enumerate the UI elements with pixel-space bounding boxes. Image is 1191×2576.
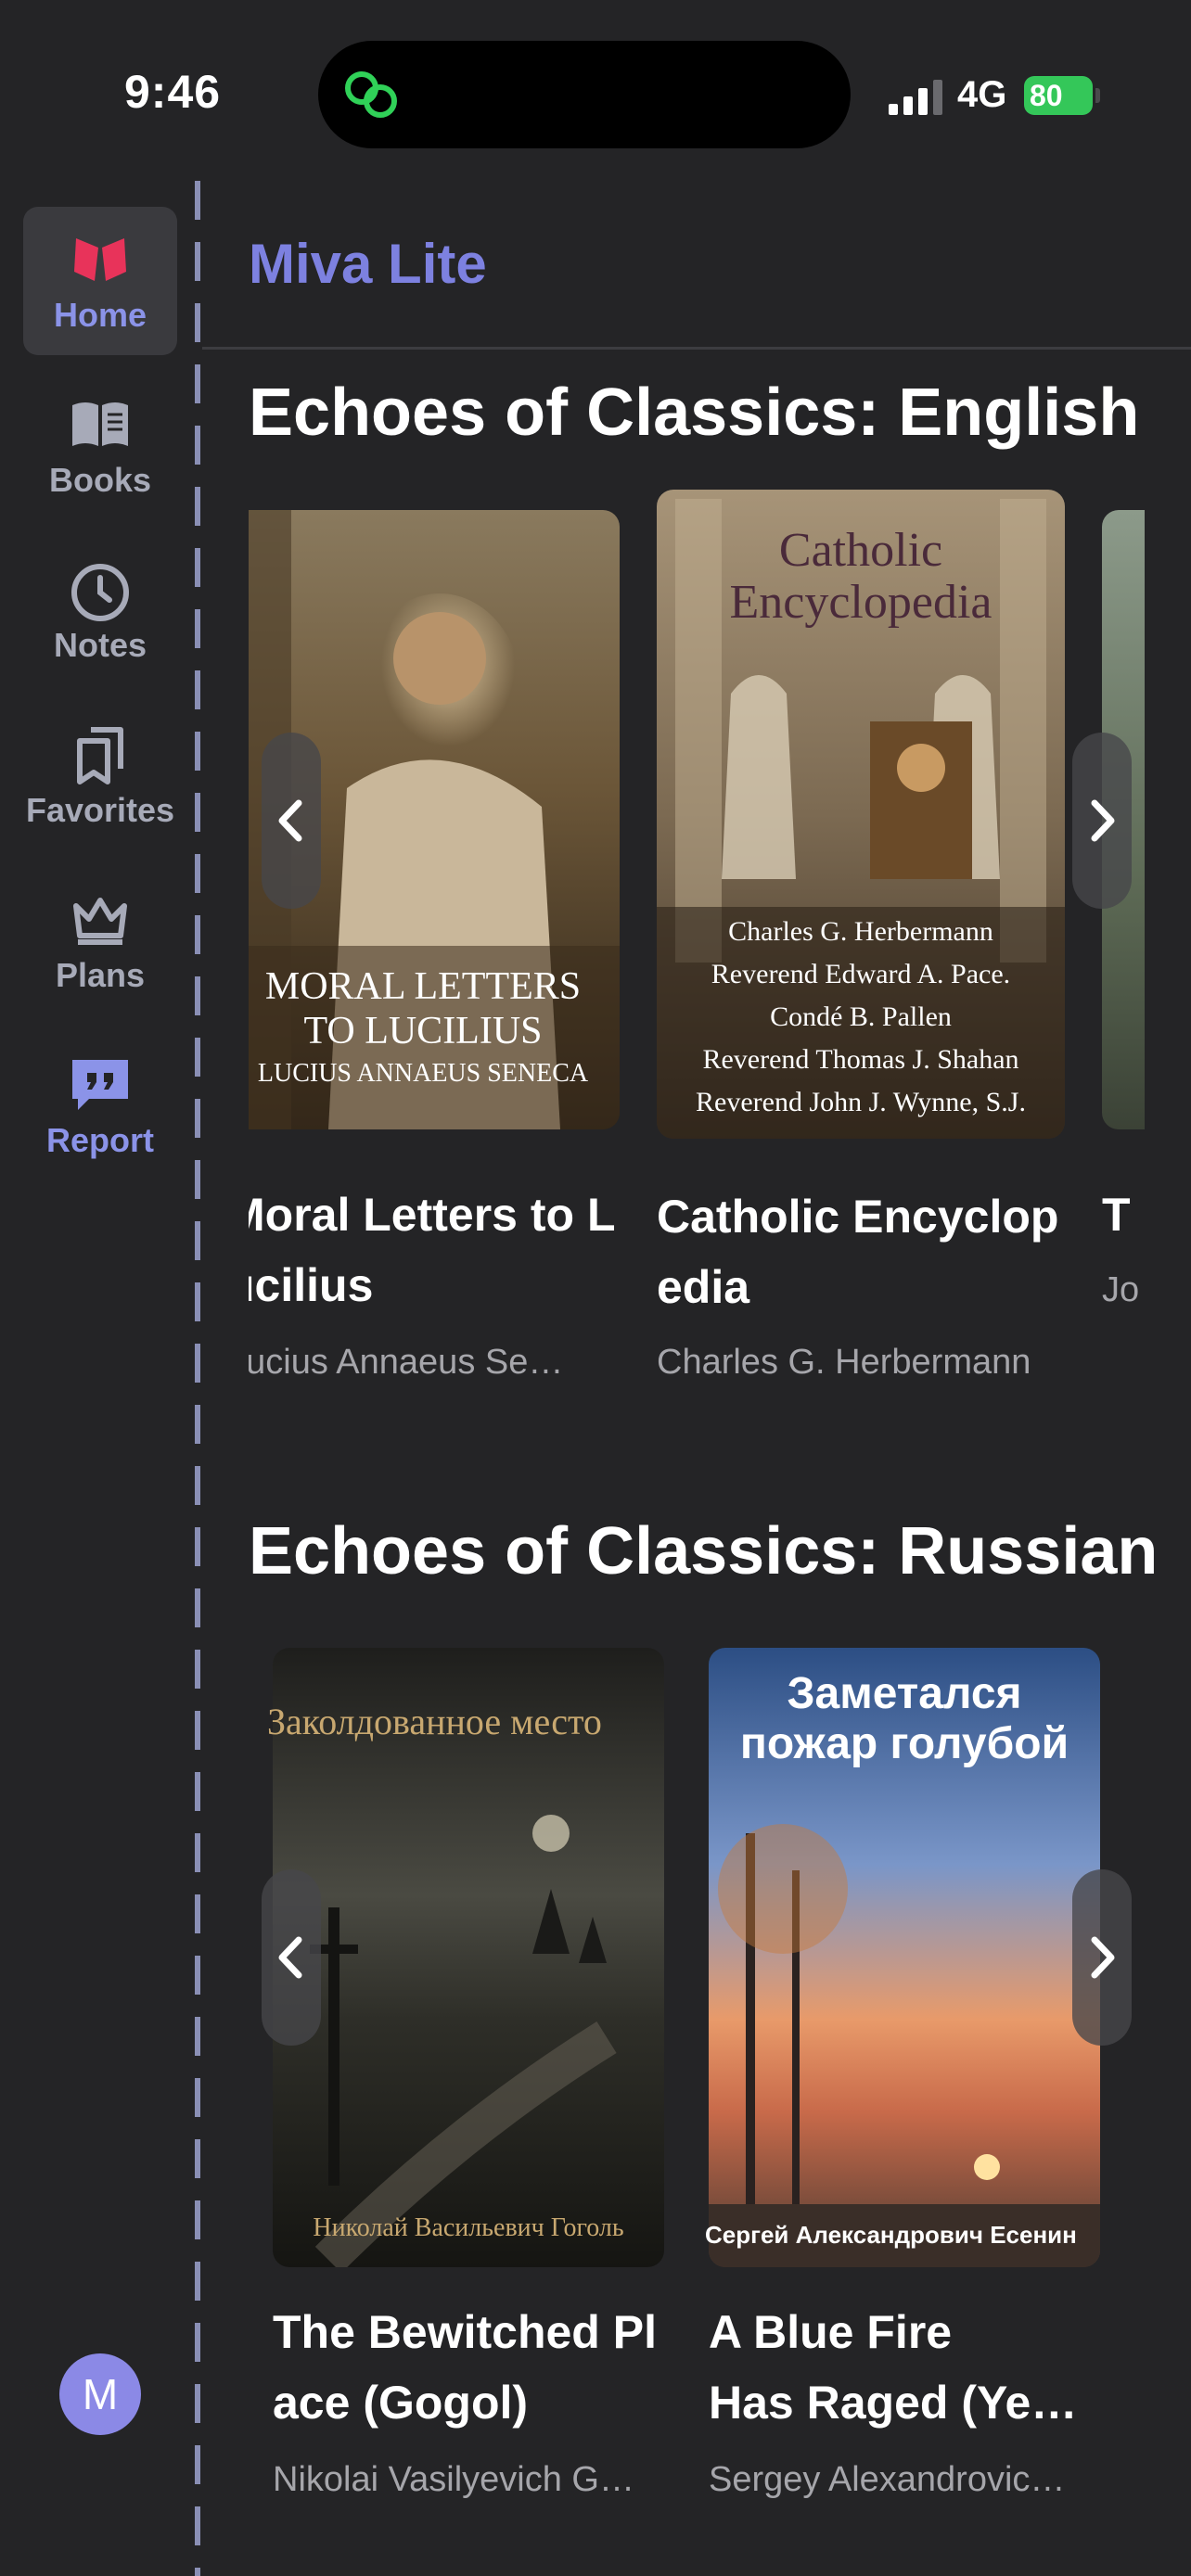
sidebar-item-report[interactable]: Report	[23, 1032, 177, 1180]
sidebar: Home Books Notes Favorites Plans Report	[0, 185, 197, 2576]
book-author: Lucius Annaeus Seneca	[249, 1343, 583, 1382]
app-title: Miva Lite	[249, 233, 487, 295]
quote-bubble-icon	[72, 1060, 128, 1110]
network-type: 4G	[957, 74, 1007, 115]
section-title: Echoes of Classics: English	[249, 376, 1140, 450]
book-title-line: A Blue Fire Has Raged (Yesenin)	[709, 2297, 1100, 2438]
crown-icon	[73, 898, 127, 945]
bookmarks-icon	[77, 727, 123, 784]
carousel-next-button[interactable]	[1072, 733, 1132, 909]
sidebar-item-favorites[interactable]: Favorites	[23, 702, 177, 850]
cover-text: пожар голубой	[739, 1719, 1069, 1768]
chevron-right-icon	[1091, 799, 1115, 842]
book-title-line: A Blue Fire	[709, 2306, 953, 2358]
book-author: Charles G. Herbermann	[657, 1343, 1031, 1382]
cover-text: Reverend Edward A. Pace.	[711, 959, 1011, 989]
open-book-icon	[72, 402, 128, 446]
cover-text: Reverend John J. Wynne, S.J.	[696, 1087, 1026, 1117]
book-author: Nikolai Vasilyevich Gogol	[273, 2460, 644, 2499]
section-title: Echoes of Classics: Russian	[249, 1514, 1159, 1588]
cover-text: MORAL LETTERS	[264, 965, 582, 1008]
cover-text: TO LUCILIUS	[303, 1010, 543, 1052]
book-title: Catholic Encyclopedia	[657, 1191, 1059, 1313]
book-author: Sergey Alexandrovich Yesenin	[709, 2460, 1072, 2499]
book-author: Jo	[1102, 1270, 1140, 1309]
cover-text: Encyclopedia	[729, 576, 992, 629]
cover-text: Catholic	[778, 524, 943, 577]
sidebar-item-plans[interactable]: Plans	[23, 867, 177, 1015]
sidebar-item-label: Report	[46, 1121, 154, 1159]
chevron-left-icon	[278, 1936, 302, 1979]
sidebar-item-notes[interactable]: Notes	[23, 537, 177, 685]
book-title: Moral Letters to Lucilius	[249, 1189, 616, 1311]
carousel-next-button[interactable]	[1072, 1869, 1132, 2046]
sidebar-item-label: Plans	[55, 956, 146, 994]
battery-tip	[1095, 88, 1100, 103]
cover-text: Заметался	[787, 1669, 1022, 1718]
sidebar-divider	[195, 181, 200, 2576]
clock-icon	[71, 564, 129, 621]
link-activity-icon	[345, 71, 397, 118]
cover-text: Николай Васильевич Гоголь	[313, 2213, 624, 2242]
sidebar-item-label: Favorites	[25, 791, 175, 829]
book-title-line: Has Raged (Yesenin)	[709, 2377, 1100, 2429]
carousel-english[interactable]: MORAL LETTERS TO LUCILIUS LUCIUS ANNAEUS…	[249, 482, 1145, 1400]
dynamic-island	[318, 41, 851, 148]
avatar[interactable]: M	[59, 2353, 141, 2435]
carousel-prev-button[interactable]	[262, 1869, 321, 2046]
signal-icon	[889, 80, 942, 115]
chevron-right-icon	[1091, 1936, 1115, 1979]
status-bar: 9:46 4G 80	[0, 0, 1191, 185]
sidebar-item-label: Home	[53, 296, 147, 334]
carousel-prev-button[interactable]	[262, 733, 321, 909]
status-time: 9:46	[124, 66, 222, 118]
sidebar-item-label: Notes	[53, 626, 147, 664]
cover-text: LUCIUS ANNAEUS SENECA	[257, 1059, 589, 1088]
sidebar-item-home[interactable]: Home	[23, 207, 177, 355]
battery-level: 80	[1030, 79, 1063, 112]
cover-text: Charles G. Herbermann	[728, 916, 993, 947]
cover-text: Заколдованное место	[267, 1701, 602, 1742]
book-logo-icon	[74, 238, 126, 281]
cover-text: Reverend Thomas J. Shahan	[702, 1044, 1019, 1075]
cover-text: Сергей Александрович Есенин	[705, 2221, 1077, 2249]
cover-text: Condé B. Pallen	[770, 1001, 952, 1032]
sidebar-item-books[interactable]: Books	[23, 372, 177, 520]
carousel-russian[interactable]: Заколдованное место Николай Васильевич Г…	[249, 1643, 1145, 2515]
book-title: A Blue Fire Has Raged (Yesenin)	[709, 2297, 1100, 2438]
book-title: T	[1102, 1189, 1131, 1241]
battery-indicator: 80	[1024, 76, 1093, 115]
sidebar-item-label: Books	[48, 461, 152, 499]
book-title: The Bewitched Place (Gogol)	[273, 2306, 657, 2429]
chevron-left-icon	[278, 799, 302, 842]
header-divider	[202, 347, 1191, 350]
